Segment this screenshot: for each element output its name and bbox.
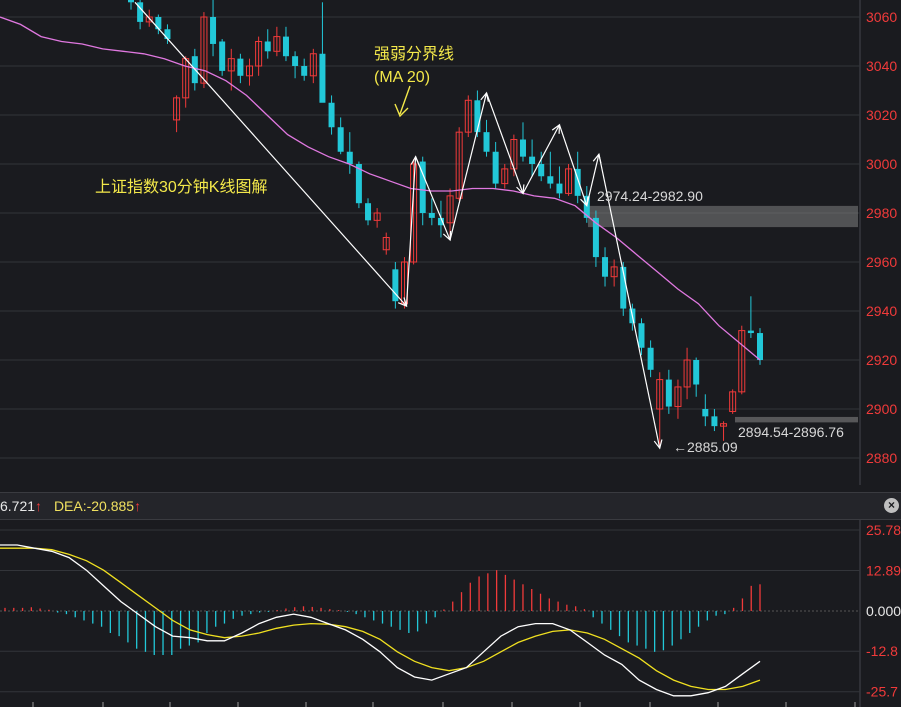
candle-body — [602, 257, 609, 277]
diff-up-arrow-icon: ↑ — [35, 498, 43, 514]
dea-up-arrow-icon: ↑ — [134, 498, 142, 514]
macd-tick-label: 0.000 — [866, 603, 901, 619]
candle-body — [665, 379, 672, 407]
price-tick-label: 2940 — [866, 303, 897, 319]
price-tick-label: 3000 — [866, 156, 897, 172]
ma-label-pointer — [394, 85, 411, 118]
support-zone-band — [735, 416, 858, 423]
candle-body — [757, 333, 763, 360]
candle-body — [519, 139, 526, 157]
close-icon[interactable]: × — [884, 498, 899, 513]
price-tick-label: 2880 — [866, 450, 897, 466]
macd-grid — [0, 520, 861, 707]
macd-tick-label: -12.8 — [866, 643, 898, 659]
candle-body — [319, 53, 326, 103]
price-tick-label: 3020 — [866, 107, 897, 123]
trend-line — [522, 124, 560, 194]
candle-body — [128, 0, 134, 3]
low-point-label: ←2885.09 — [673, 439, 738, 455]
macd-tick-label: 25.78 — [866, 522, 901, 538]
resistance-zone-label: 2974.24-2982.90 — [597, 188, 703, 204]
price-axis-ticks: 3060 3040 3020 3000 2980 2960 2940 2920 2900 2880 — [866, 9, 897, 466]
candle-body — [337, 127, 344, 152]
candle-body — [428, 213, 435, 218]
candle-body — [529, 156, 536, 164]
macd-dea-value: DEA:-20.885 — [53, 498, 135, 514]
price-zones — [588, 205, 858, 423]
macd-tick-label: 12.89 — [866, 563, 901, 579]
candle-body — [492, 151, 499, 184]
candle-body — [282, 36, 289, 57]
candle-body — [556, 183, 563, 194]
candle-body — [483, 132, 490, 152]
macd-axis-ticks: 25.78 12.89 0.000 -12.8 -25.7 — [866, 522, 901, 700]
candle-body — [237, 58, 244, 76]
support-zone-label: 2894.54-2896.76 — [738, 424, 844, 440]
candle-body — [328, 102, 335, 128]
price-tick-label: 2960 — [866, 254, 897, 270]
candle-body — [292, 56, 299, 66]
candle-body — [155, 17, 162, 30]
candle-body — [264, 41, 271, 52]
price-tick-label: 3060 — [866, 9, 897, 25]
candle-body — [210, 17, 217, 44]
ma-label-line2: (MA 20) — [374, 69, 430, 86]
candle-body — [164, 29, 171, 40]
candle-body — [638, 323, 645, 348]
candle-body — [538, 164, 545, 177]
macd-diff-value: 6.721 — [0, 498, 36, 514]
candle-body — [747, 330, 754, 334]
macd-histogram — [4, 570, 761, 655]
time-axis-ticks — [32, 702, 856, 707]
chart-title-annotation: 上证指数30分钟K线图解 — [95, 178, 267, 196]
resistance-zone-band — [588, 205, 858, 228]
price-tick-label: 2900 — [866, 401, 897, 417]
price-tick-label: 3040 — [866, 58, 897, 74]
candle-body — [547, 176, 554, 184]
macd-tick-label: -25.7 — [866, 684, 898, 700]
candle-body — [693, 360, 700, 385]
candle-body — [702, 409, 709, 417]
ma-label-line1: 强弱分界线 — [374, 45, 454, 63]
trend-line — [558, 124, 588, 206]
candle-body — [219, 41, 226, 71]
candle-body — [301, 66, 308, 76]
macd-header-bar: 6.721↑ DEA:-20.885↑ × — [0, 492, 901, 520]
candle-body — [365, 203, 372, 221]
price-tick-label: 2980 — [866, 205, 897, 221]
chart-canvas: 3060 3040 3020 3000 2980 2960 2940 2920 2900 2880… — [0, 0, 901, 707]
candle-body — [711, 416, 718, 427]
price-tick-label: 2920 — [866, 352, 897, 368]
candle-body — [346, 151, 353, 164]
candle-body — [647, 347, 654, 370]
